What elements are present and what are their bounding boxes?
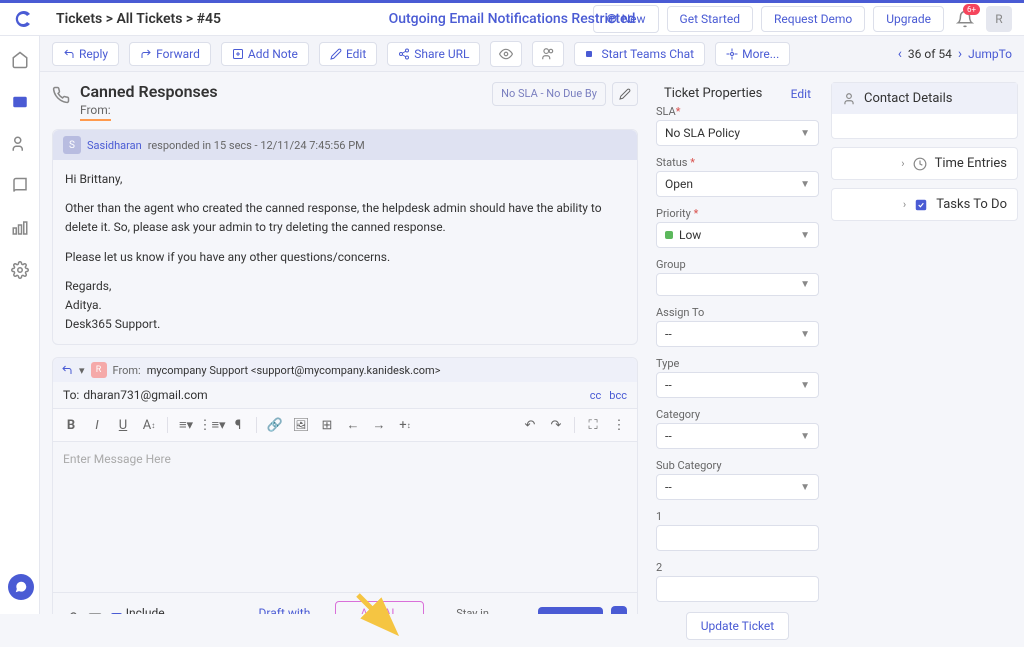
from-tab[interactable]: From:	[80, 103, 111, 121]
share-url-button[interactable]: Share URL	[387, 42, 480, 66]
upgrade-button[interactable]: Upgrade	[873, 6, 944, 32]
assign-select[interactable]: --▼	[656, 321, 819, 347]
group-select[interactable]: ▼	[656, 273, 819, 296]
teams-chat-button[interactable]: Start Teams Chat	[574, 42, 705, 66]
include-previous-toggle[interactable]: ✓Include Previousⓘ	[111, 606, 211, 614]
knowledge-icon[interactable]	[8, 174, 32, 198]
compose-textarea[interactable]: Enter Message Here	[53, 442, 637, 592]
notification-banner[interactable]: Outgoing Email Notifications Restricted	[389, 11, 636, 27]
tasks-panel[interactable]: › Tasks To Do	[832, 189, 1017, 220]
cc-link[interactable]: cc	[590, 389, 602, 402]
app-logo[interactable]	[12, 7, 36, 31]
reports-icon[interactable]	[8, 216, 32, 240]
priority-select[interactable]: Low▼	[656, 222, 819, 248]
reply-button[interactable]: Reply	[52, 42, 119, 66]
draft-ai-button[interactable]: Draft with AI	[243, 606, 311, 614]
get-started-button[interactable]: Get Started	[667, 6, 753, 32]
redo-button[interactable]: ↷	[544, 413, 568, 437]
custom-field-1[interactable]	[656, 525, 819, 551]
italic-button[interactable]: I	[85, 413, 109, 437]
edit-button[interactable]: Edit	[319, 42, 377, 66]
pager-next[interactable]: ›	[958, 46, 962, 62]
compose-to[interactable]: dharan731@gmail.com	[83, 388, 207, 402]
pager-prev[interactable]: ‹	[898, 46, 902, 62]
paragraph-button[interactable]: ¶	[226, 413, 250, 437]
sla-badge: No SLA - No Due By	[492, 82, 606, 106]
tickets-icon[interactable]	[8, 90, 32, 114]
edit-ticket-icon[interactable]	[612, 82, 638, 106]
send-reply-button[interactable]: Reply	[538, 607, 603, 614]
pager-position: 36 of 54	[908, 47, 952, 61]
home-icon[interactable]	[8, 48, 32, 72]
compose-from[interactable]: mycompany Support <support@mycompany.kan…	[147, 364, 441, 377]
type-select[interactable]: --▼	[656, 372, 819, 398]
subcategory-select[interactable]: --▼	[656, 474, 819, 500]
checkbox-icon	[914, 198, 928, 212]
kebab-menu-button[interactable]: ⋮	[607, 413, 631, 437]
ticket-title: Canned Responses	[80, 82, 218, 101]
bcc-link[interactable]: bcc	[609, 389, 627, 402]
time-entries-panel[interactable]: › Time Entries	[832, 148, 1017, 179]
contacts-icon[interactable]	[8, 132, 32, 156]
user-avatar[interactable]: R	[986, 6, 1012, 32]
notifications-button[interactable]: 6+	[952, 6, 978, 32]
assign-button[interactable]	[532, 41, 564, 67]
font-button[interactable]: A↕	[137, 413, 161, 437]
watch-button[interactable]	[490, 41, 522, 67]
indent-button[interactable]: →	[367, 413, 391, 437]
bold-button[interactable]: B	[59, 413, 83, 437]
image-button[interactable]: 🖼	[289, 413, 313, 437]
update-ticket-button[interactable]: Update Ticket	[686, 612, 789, 640]
ordered-list-button[interactable]: ≡▾	[174, 413, 198, 437]
undo-button[interactable]: ↶	[518, 413, 542, 437]
chat-launcher[interactable]	[8, 574, 34, 600]
reply-mode-icon[interactable]	[61, 364, 73, 376]
ask-ai-agent-button[interactable]: ✦ Ask AI Agent	[335, 601, 424, 614]
channel-phone-icon	[52, 86, 70, 104]
conversation-message: S Sasidharan responded in 15 secs - 12/1…	[52, 129, 638, 345]
more-button[interactable]: More...	[715, 42, 790, 66]
author-name[interactable]: Sasidharan	[87, 139, 142, 152]
unordered-list-button[interactable]: ⋮≡▾	[200, 413, 224, 437]
table-button[interactable]: ⊞	[315, 413, 339, 437]
link-button[interactable]: 🔗	[263, 413, 287, 437]
stay-in-ticket-label: Stay in Ticket	[456, 607, 522, 614]
notification-count: 6+	[963, 4, 980, 15]
settings-icon[interactable]	[8, 258, 32, 282]
reply-dropdown-button[interactable]: ▾	[611, 606, 627, 614]
category-select[interactable]: --▼	[656, 423, 819, 449]
fullscreen-button[interactable]: ⛶	[581, 413, 605, 437]
message-meta: responded in 15 secs - 12/11/24 7:45:56 …	[148, 139, 365, 152]
pager-jump[interactable]: JumpTo	[968, 47, 1012, 61]
add-note-button[interactable]: Add Note	[221, 42, 309, 66]
contact-details-panel[interactable]: Contact Details	[832, 83, 1017, 114]
request-demo-button[interactable]: Request Demo	[761, 6, 865, 32]
clock-icon	[913, 157, 927, 171]
outdent-button[interactable]: ←	[341, 413, 365, 437]
properties-header: Ticket Properties	[664, 86, 762, 101]
sender-avatar: R	[91, 362, 107, 378]
underline-button[interactable]: U	[111, 413, 135, 437]
forward-button[interactable]: Forward	[129, 42, 211, 66]
breadcrumb[interactable]: Tickets > All Tickets > #45	[56, 11, 221, 27]
compose-editor: ▾ R From: mycompany Support <support@myc…	[52, 357, 638, 614]
person-icon	[842, 92, 856, 106]
author-avatar: S	[63, 136, 81, 154]
properties-edit-button[interactable]: Edit	[791, 87, 811, 101]
more-format-button[interactable]: +↕	[393, 413, 417, 437]
status-select[interactable]: Open▼	[656, 171, 819, 197]
sla-select[interactable]: No SLA Policy▼	[656, 120, 819, 146]
custom-field-2[interactable]	[656, 576, 819, 602]
